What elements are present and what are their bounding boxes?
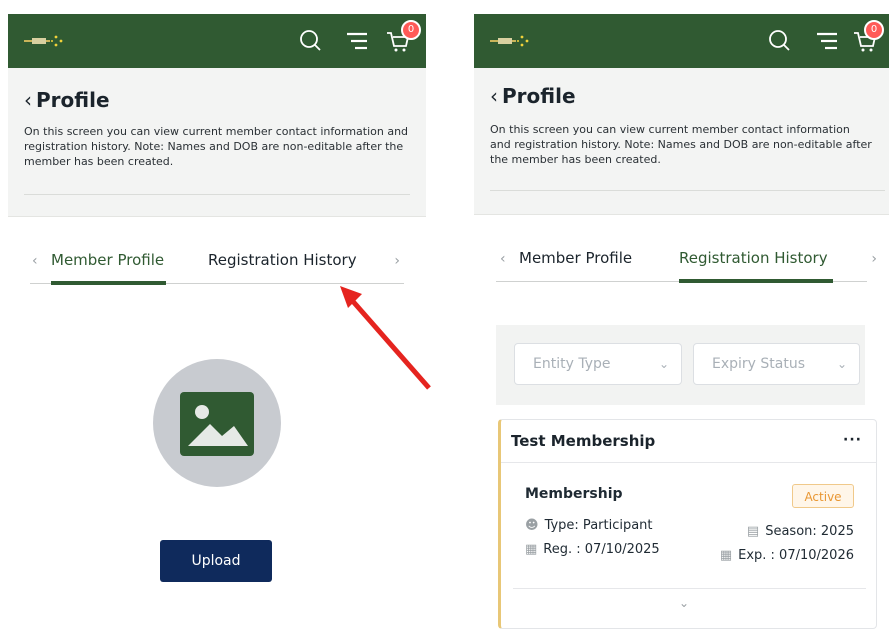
calendar-icon: ▦ <box>525 542 538 557</box>
chevron-left-icon[interactable]: ‹ <box>500 251 506 267</box>
membership-reg-text: Reg. : 07/10/2025 <box>543 542 660 557</box>
avatar[interactable] <box>153 359 281 487</box>
page-description: On this screen you can view current memb… <box>490 123 872 166</box>
active-tab-indicator <box>679 279 833 283</box>
tab-member-profile[interactable]: Member Profile <box>51 251 164 269</box>
divider <box>513 588 866 589</box>
chevron-down-icon: ⌄ <box>836 357 847 371</box>
more-icon[interactable]: ··· <box>843 432 862 448</box>
chevron-down-icon: ⌄ <box>658 357 669 371</box>
entity-type-select[interactable]: Entity Type ⌄ <box>514 343 682 385</box>
tab-bar: ‹ Member Profile Registration History › <box>496 249 877 283</box>
membership-card-header: Test Membership ··· <box>501 420 876 463</box>
page-title-text: Profile <box>502 84 576 108</box>
logo[interactable] <box>24 34 66 48</box>
tab-member-profile[interactable]: Member Profile <box>519 249 632 267</box>
expiry-status-select[interactable]: Expiry Status ⌄ <box>693 343 860 385</box>
search-icon[interactable] <box>767 28 793 54</box>
cart-button[interactable]: 0 <box>385 20 421 54</box>
chevron-right-icon[interactable]: › <box>394 253 400 269</box>
annotation-arrow-icon <box>340 286 431 390</box>
user-icon: ☻ <box>525 518 539 533</box>
chevron-right-icon[interactable]: › <box>871 251 877 267</box>
calendar-icon: ▦ <box>719 548 733 563</box>
membership-card-title: Test Membership <box>511 432 656 450</box>
registration-card: ‹ Member Profile Registration History › … <box>474 214 889 640</box>
top-bar: 0 <box>8 14 426 68</box>
filter-panel: Entity Type ⌄ Expiry Status ⌄ <box>496 325 865 405</box>
chevron-down-icon[interactable]: ⌄ <box>679 596 689 610</box>
tab-bar: ‹ Member Profile Registration History › <box>30 251 404 285</box>
membership-type: ☻ Type: Participant <box>525 518 653 533</box>
chevron-left-icon[interactable]: ‹ <box>490 84 498 108</box>
top-bar: 0 <box>474 14 889 68</box>
page-description: On this screen you can view current memb… <box>24 125 409 168</box>
page-title[interactable]: ‹ Profile <box>24 88 110 112</box>
logo[interactable] <box>490 34 532 48</box>
expiry-status-placeholder: Expiry Status <box>712 356 806 372</box>
membership-reg-date: ▦ Reg. : 07/10/2025 <box>525 542 660 557</box>
menu-icon[interactable] <box>344 28 370 54</box>
membership-season-text: Season: 2025 <box>765 524 854 539</box>
divider <box>490 190 885 191</box>
status-badge: Active <box>792 484 854 508</box>
membership-card: Test Membership ··· Membership Active ☻ T… <box>498 419 877 629</box>
divider <box>24 194 410 195</box>
clipboard-icon: ▤ <box>746 524 760 539</box>
page-title[interactable]: ‹ Profile <box>490 84 576 108</box>
cart-button[interactable]: 0 <box>852 20 884 54</box>
profile-card: ‹ Member Profile Registration History › … <box>8 216 426 606</box>
phone-screen-right: 0 ‹ Profile On this screen you can view c… <box>474 14 889 640</box>
menu-icon[interactable] <box>814 28 840 54</box>
tab-registration-history[interactable]: Registration History <box>208 251 357 269</box>
search-icon[interactable] <box>298 28 324 54</box>
chevron-left-icon[interactable]: ‹ <box>32 253 38 269</box>
chevron-left-icon[interactable]: ‹ <box>24 88 32 112</box>
membership-exp-date: ▦ Exp. : 07/10/2026 <box>720 548 854 563</box>
membership-name: Membership <box>525 486 623 502</box>
cart-badge: 0 <box>864 20 884 40</box>
tab-registration-history[interactable]: Registration History <box>679 249 828 267</box>
image-icon <box>180 392 254 456</box>
active-tab-indicator <box>51 281 166 285</box>
cart-badge: 0 <box>401 20 421 40</box>
entity-type-placeholder: Entity Type <box>533 356 611 372</box>
membership-type-text: Type: Participant <box>544 518 653 533</box>
page-title-text: Profile <box>36 88 110 112</box>
upload-button[interactable]: Upload <box>160 540 272 582</box>
membership-exp-text: Exp. : 07/10/2026 <box>738 548 854 563</box>
membership-season: ▤ Season: 2025 <box>747 524 854 539</box>
